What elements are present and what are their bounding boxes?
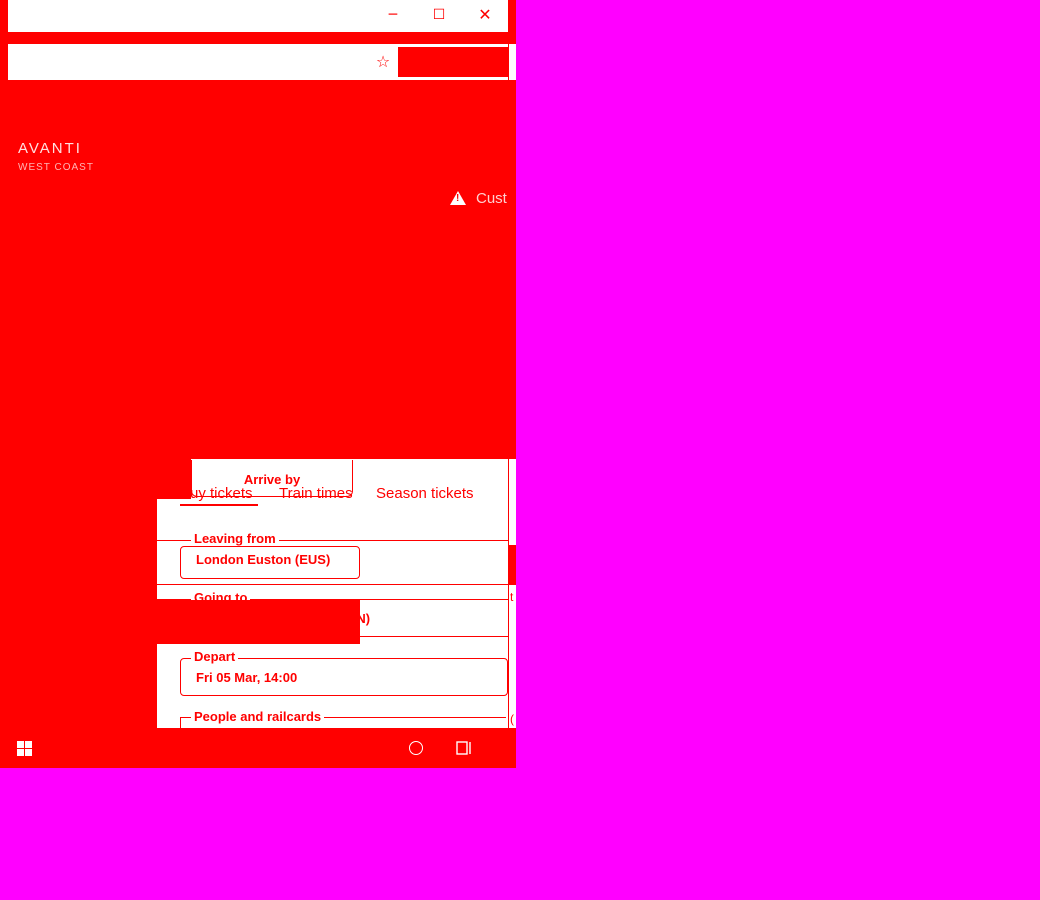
- depart-value: Fri 05 Mar, 14:00: [196, 670, 298, 685]
- people-field-left: [180, 717, 181, 728]
- warning-icon: [450, 191, 466, 205]
- toolbar-edge: [509, 44, 516, 80]
- tab-season-tickets[interactable]: Season tickets: [376, 485, 474, 502]
- leaving-from-label: Leaving from: [191, 532, 279, 546]
- tab-buy-tickets[interactable]: Buy tickets: [180, 485, 253, 502]
- task-view-icon[interactable]: [456, 741, 472, 755]
- minimize-icon[interactable]: ─: [381, 4, 405, 26]
- leaving-from-value: London Euston (EUS): [196, 552, 331, 567]
- edge-glyph: (: [510, 712, 514, 726]
- row-divider: [157, 584, 508, 585]
- alert-text: Cust: [476, 190, 507, 207]
- toolbar-area: [398, 47, 510, 77]
- going-to-highlight: [157, 600, 360, 644]
- maximize-icon[interactable]: ☐: [427, 4, 451, 26]
- card-right-edge-accent: [509, 545, 516, 585]
- close-icon[interactable]: ✕: [473, 4, 497, 26]
- site-logo-subtitle: WEST COAST: [18, 162, 94, 173]
- browser-window: ─ ☐ ✕ ☆ AVANTI WEST COAST Cust Arrive by…: [0, 0, 516, 768]
- tab-train-times[interactable]: Train times: [279, 485, 353, 502]
- depart-label: Depart: [191, 650, 239, 664]
- star-icon[interactable]: ☆: [372, 52, 394, 72]
- taskbar: [0, 728, 516, 768]
- windows-start-icon[interactable]: [17, 741, 33, 757]
- going-to-value[interactable]: AN): [347, 611, 370, 626]
- row-divider: [360, 636, 508, 637]
- url-field[interactable]: [8, 47, 398, 77]
- cortana-icon[interactable]: [409, 741, 423, 755]
- customer-alert-link[interactable]: Cust: [450, 190, 507, 207]
- active-tab-indicator: [180, 504, 258, 506]
- title-bar: ─ ☐ ✕: [8, 0, 508, 32]
- edge-glyph: t: [510, 590, 514, 604]
- people-railcards-label[interactable]: People and railcards: [191, 710, 325, 724]
- site-logo-text[interactable]: AVANTI: [18, 140, 82, 157]
